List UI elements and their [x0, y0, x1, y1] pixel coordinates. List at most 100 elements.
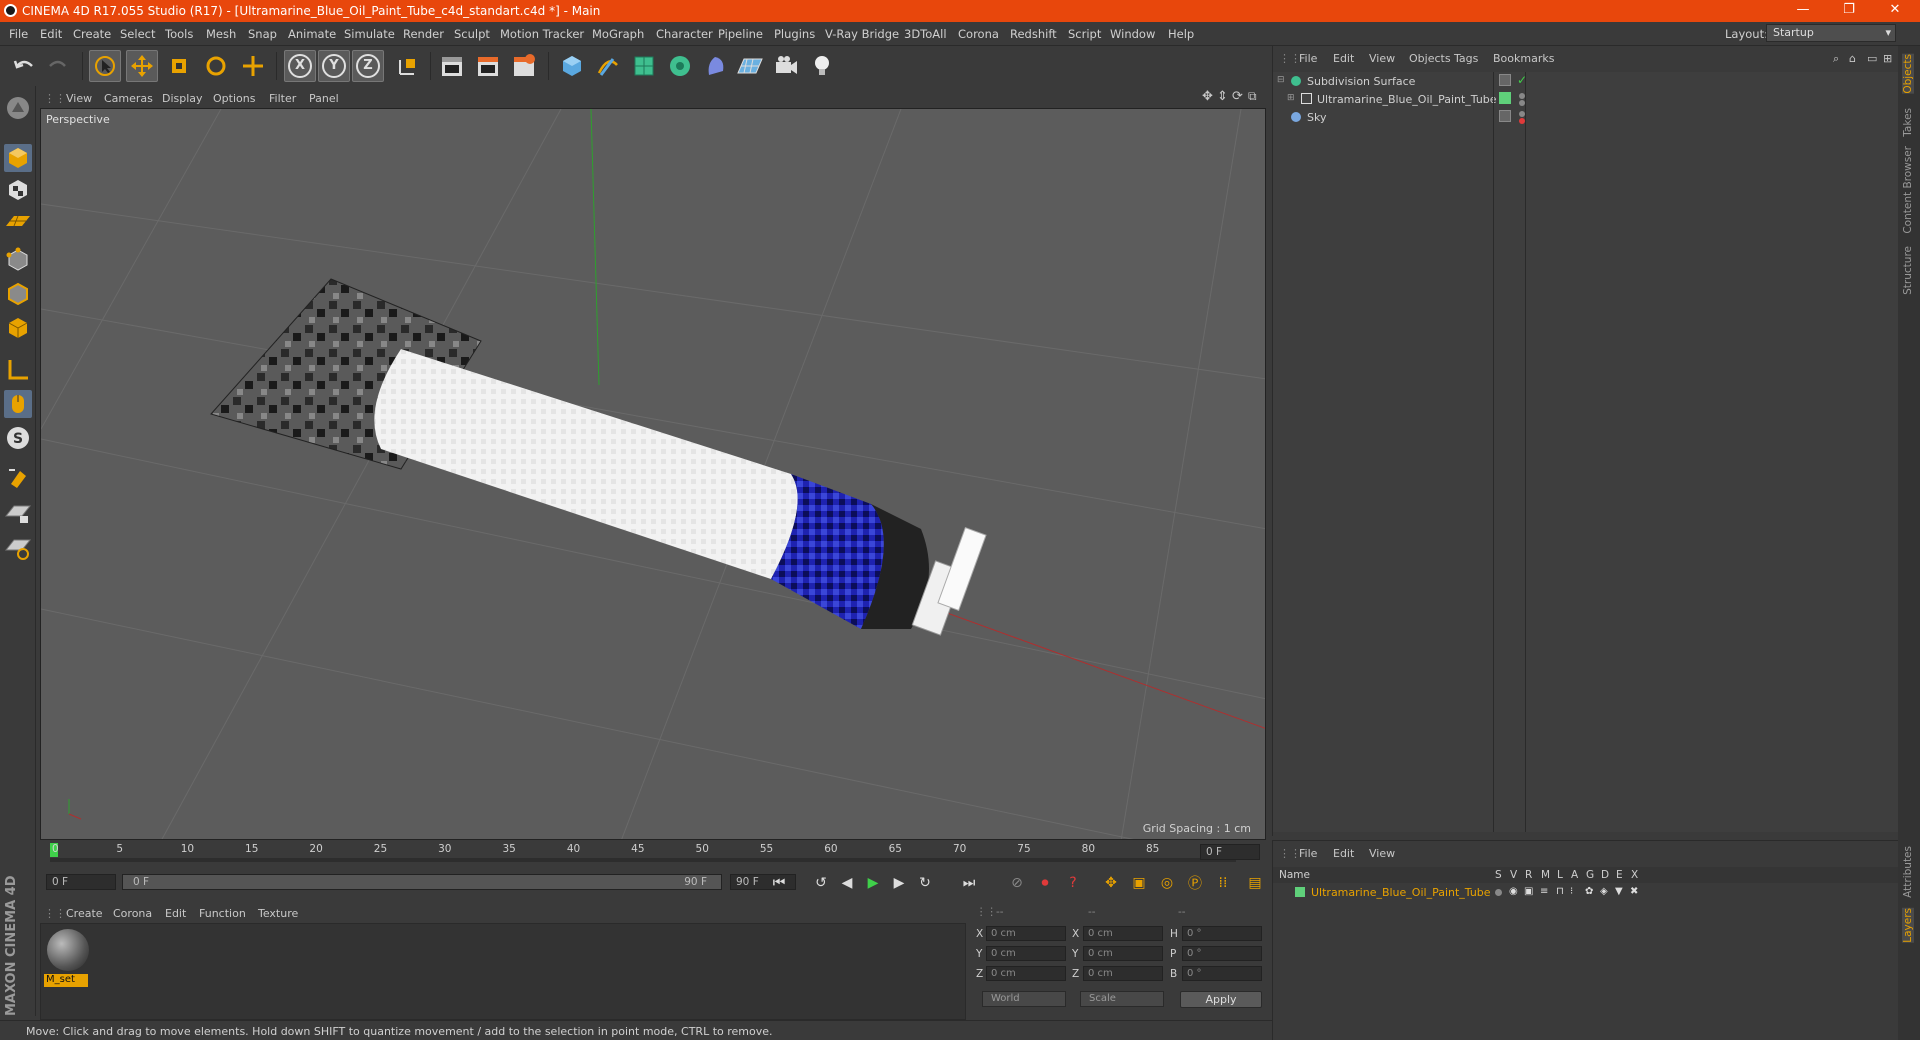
column-xrefs[interactable]: X	[1631, 869, 1638, 881]
xref-icon[interactable]: ✖	[1630, 886, 1638, 897]
column-locked[interactable]: L	[1557, 869, 1563, 881]
edges-mode-button[interactable]	[4, 280, 32, 308]
minimize-button[interactable]: —	[1780, 2, 1826, 20]
timeline-ruler[interactable]: 051015202530354045505560657075808590 0 F	[40, 840, 1266, 864]
column-view[interactable]: V	[1510, 869, 1517, 881]
layer-tag-icon[interactable]	[1499, 74, 1511, 86]
scale-tool-button[interactable]	[163, 50, 195, 82]
viewport-menu-panel[interactable]: Panel	[309, 92, 339, 105]
tab-takes[interactable]: Takes	[1902, 108, 1914, 137]
layer-row[interactable]: Ultramarine_Blue_Oil_Paint_Tube ◉ ▣ ≡ ⊓ …	[1273, 883, 1899, 901]
live-selection-button[interactable]	[89, 50, 121, 82]
menu-mograph[interactable]: MoGraph	[592, 27, 644, 41]
zoom-view-icon[interactable]: ⇕	[1217, 89, 1228, 104]
pos-x-field[interactable]: 0 cm	[986, 926, 1066, 941]
render-settings-button[interactable]	[508, 50, 540, 82]
menu-tools[interactable]: Tools	[165, 27, 193, 41]
viewport-menu-display[interactable]: Display	[162, 92, 203, 105]
material-menu-texture[interactable]: Texture	[258, 907, 298, 920]
model-mode-button[interactable]	[4, 144, 32, 172]
column-manager[interactable]: M	[1541, 869, 1550, 881]
locked-workplane-button[interactable]	[4, 500, 32, 528]
pos-z-field[interactable]: 0 cm	[986, 966, 1066, 981]
undo-button[interactable]	[8, 50, 40, 82]
transform-tool-button[interactable]	[237, 50, 269, 82]
close-button[interactable]: ✕	[1872, 2, 1918, 20]
rotate-tool-button[interactable]	[200, 50, 232, 82]
timeline-window-button[interactable]: ▤	[1244, 872, 1266, 894]
rotation-key-button[interactable]: ◎	[1156, 872, 1178, 894]
menu-character[interactable]: Character	[656, 27, 713, 41]
column-generators[interactable]: G	[1586, 869, 1594, 881]
current-frame-field[interactable]: 0 F	[1200, 844, 1260, 860]
column-animation[interactable]: A	[1571, 869, 1578, 881]
x-axis-lock-button[interactable]: X	[284, 50, 316, 82]
size-z-field[interactable]: 0 cm	[1083, 966, 1163, 981]
points-mode-button[interactable]	[4, 246, 32, 274]
size-x-field[interactable]: 0 cm	[1083, 926, 1163, 941]
object-row[interactable]: ⊞ Ultramarine_Blue_Oil_Paint_Tube	[1273, 90, 1893, 108]
object-row[interactable]: Sky	[1273, 108, 1893, 126]
size-y-field[interactable]: 0 cm	[1083, 946, 1163, 961]
apply-button[interactable]: Apply	[1180, 991, 1262, 1008]
expression-icon[interactable]: ▼	[1615, 886, 1623, 897]
menu-render[interactable]: Render	[403, 27, 444, 41]
pan-view-icon[interactable]: ✥	[1202, 89, 1213, 104]
menu-vray-bridge[interactable]: V-Ray Bridge	[825, 27, 899, 41]
layer-tag-icon[interactable]	[1499, 110, 1511, 122]
menu-motion-tracker[interactable]: Motion Tracker	[500, 27, 584, 41]
tweak-mode-button[interactable]	[4, 390, 32, 418]
animation-icon[interactable]: ⁝	[1570, 886, 1573, 897]
pen-spline-button[interactable]	[592, 50, 624, 82]
column-name[interactable]: Name	[1279, 869, 1310, 881]
menu-mesh[interactable]: Mesh	[206, 27, 236, 41]
light-button[interactable]	[806, 50, 838, 82]
redo-button[interactable]	[42, 50, 74, 82]
tab-layers[interactable]: Layers	[1902, 908, 1914, 943]
coordinate-system-button[interactable]	[392, 50, 424, 82]
go-to-start-button[interactable]: ⏮	[768, 872, 790, 894]
floor-button[interactable]	[734, 50, 766, 82]
menu-select[interactable]: Select	[120, 27, 155, 41]
menu-window[interactable]: Window	[1110, 27, 1155, 41]
record-keys-button[interactable]: ⊘	[1006, 872, 1028, 894]
layer-color-swatch[interactable]	[1295, 887, 1305, 897]
previous-frame-button[interactable]: ◀	[836, 872, 858, 894]
home-icon[interactable]: ⌂	[1849, 52, 1856, 65]
texture-mode-button[interactable]	[4, 176, 32, 204]
layer-menu-view[interactable]: View	[1369, 847, 1395, 860]
snap-button[interactable]: S	[4, 424, 32, 452]
coordinate-mode-select[interactable]: World	[982, 991, 1066, 1007]
range-slider[interactable]: 0 F 90 F	[122, 874, 722, 890]
render-picture-viewer-button[interactable]	[472, 50, 504, 82]
next-frame-button[interactable]: ▶	[888, 872, 910, 894]
object-menu-objects[interactable]: Objects	[1409, 52, 1451, 65]
menu-plugins[interactable]: Plugins	[774, 27, 815, 41]
object-menu-view[interactable]: View	[1369, 52, 1395, 65]
menu-snap[interactable]: Snap	[248, 27, 277, 41]
z-axis-lock-button[interactable]: Z	[352, 50, 384, 82]
menu-redshift[interactable]: Redshift	[1010, 27, 1057, 41]
enable-snap-button[interactable]	[4, 464, 32, 492]
start-frame-field[interactable]: 0 F	[46, 874, 116, 890]
new-view-icon[interactable]: ▭	[1867, 52, 1877, 65]
render-view-button[interactable]	[436, 50, 468, 82]
column-solo[interactable]: S	[1495, 869, 1502, 881]
camera-button[interactable]	[770, 50, 802, 82]
material-swatch[interactable]: M_set	[42, 926, 92, 990]
column-render[interactable]: R	[1525, 869, 1532, 881]
layer-color-swatch[interactable]	[1499, 92, 1511, 104]
menu-3dtoall[interactable]: 3DToAll	[904, 27, 947, 41]
tab-objects[interactable]: Objects	[1902, 54, 1914, 94]
expand-icon[interactable]: ⊞	[1883, 52, 1892, 65]
viewport-menu-filter[interactable]: Filter	[269, 92, 296, 105]
deformer-icon[interactable]: ◈	[1600, 886, 1608, 897]
material-menu-function[interactable]: Function	[199, 907, 246, 920]
size-mode-select[interactable]: Scale	[1080, 991, 1164, 1007]
menu-corona[interactable]: Corona	[958, 27, 999, 41]
generator-icon[interactable]: ✿	[1585, 886, 1593, 897]
object-menu-file[interactable]: File	[1299, 52, 1317, 65]
scale-key-button[interactable]: ▣	[1128, 872, 1150, 894]
layer-menu-file[interactable]: File	[1299, 847, 1317, 860]
menu-pipeline[interactable]: Pipeline	[718, 27, 763, 41]
